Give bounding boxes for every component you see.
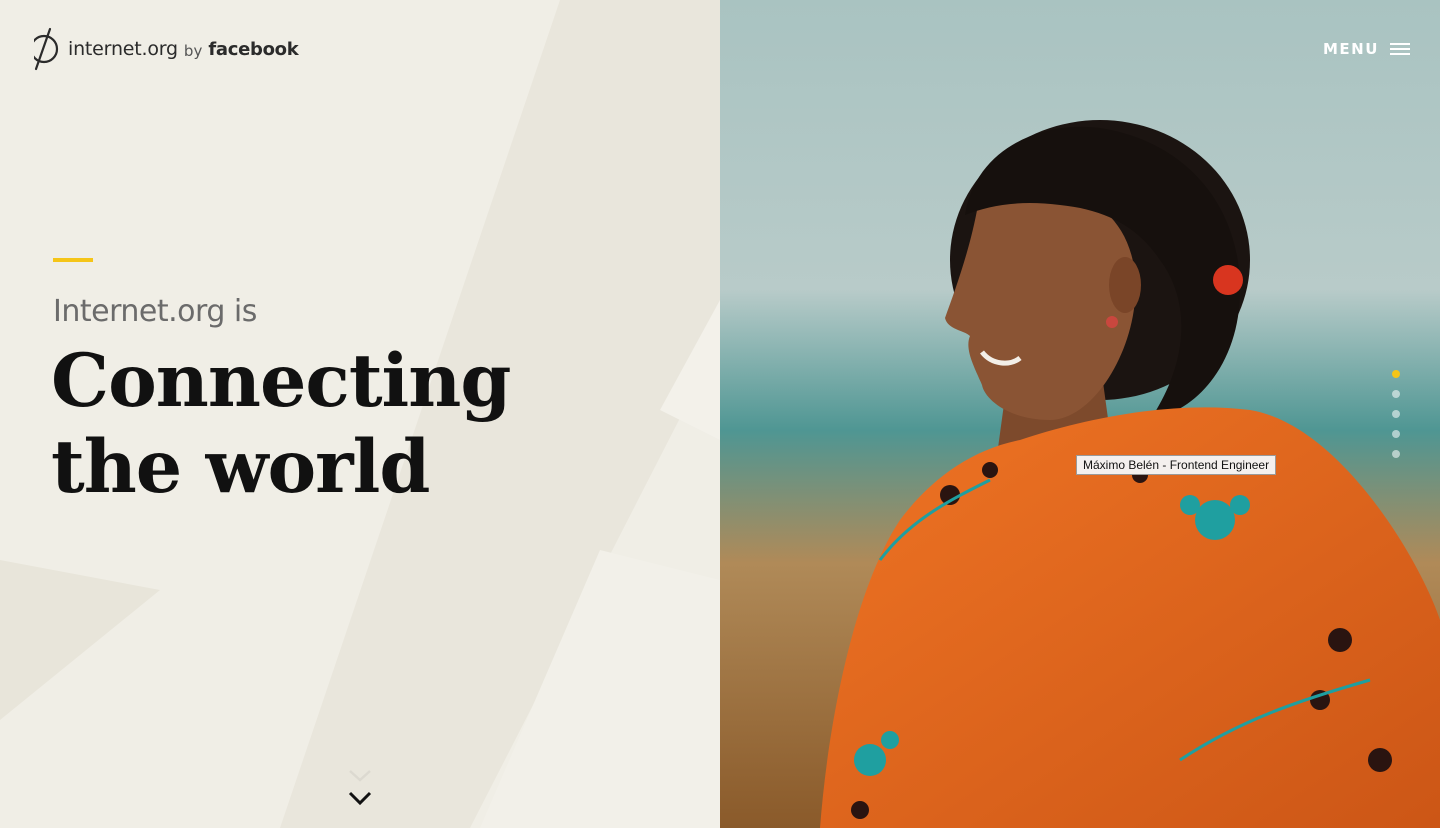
logo-facebook-text: facebook	[208, 38, 299, 60]
slide-dot-2[interactable]	[1392, 390, 1400, 398]
slide-dot-4[interactable]	[1392, 430, 1400, 438]
hamburger-icon	[1389, 43, 1410, 55]
tooltip: Máximo Belén - Frontend Engineer	[1076, 455, 1277, 475]
hero-photo-panel	[720, 0, 1440, 828]
hero-photo	[720, 0, 1440, 828]
headline-line-1: Connecting	[51, 338, 511, 424]
slider-pagination	[1392, 370, 1400, 470]
internet-org-logo-icon	[28, 27, 59, 71]
headline-line-2: the world	[51, 424, 430, 510]
hero-headline: Connecting the world	[51, 338, 511, 510]
slide-dot-1[interactable]	[1392, 370, 1400, 378]
logo-wordmark: internet.org	[68, 38, 178, 60]
menu-label: MENU	[1323, 40, 1379, 58]
menu-button[interactable]: MENU	[1323, 40, 1410, 58]
slide-dot-5[interactable]	[1392, 450, 1400, 458]
scroll-down-button[interactable]	[345, 766, 375, 810]
logo-by-text: by	[183, 41, 203, 60]
hero-intro: Internet.org is	[53, 294, 257, 329]
chevron-down-icon	[348, 770, 372, 806]
hero-left-panel: internet.org by facebook Internet.org is…	[0, 0, 720, 828]
slide-dot-3[interactable]	[1392, 410, 1400, 418]
accent-line	[53, 258, 93, 262]
site-logo[interactable]: internet.org by facebook	[28, 26, 299, 72]
